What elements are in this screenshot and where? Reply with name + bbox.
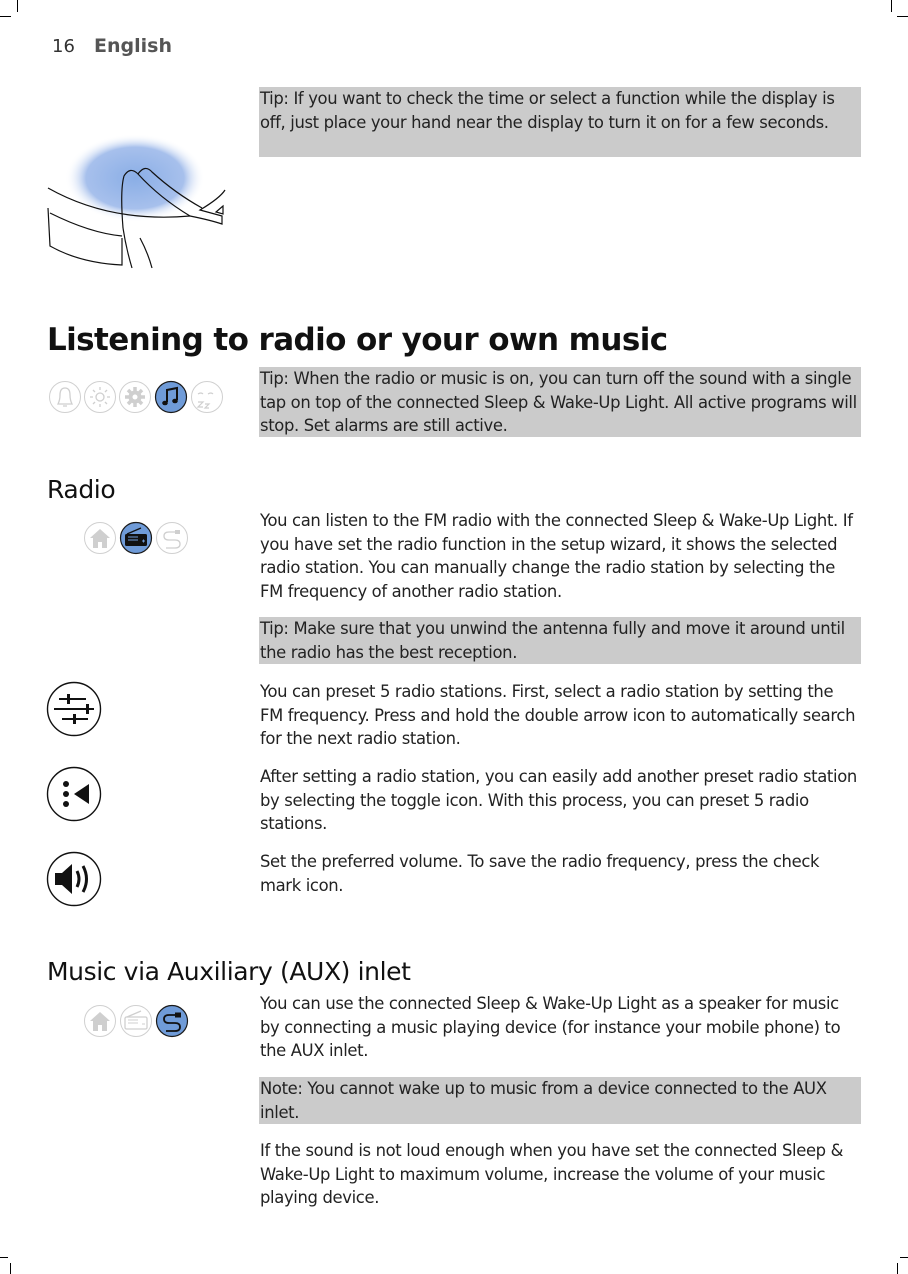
step-text: After setting a radio station, you can e… <box>260 767 857 833</box>
crop-mark <box>0 16 11 17</box>
gear-icon <box>119 381 151 413</box>
sliders-icon <box>46 681 102 737</box>
bell-icon <box>49 381 81 413</box>
aux-heading: Music via Auxiliary (AUX) inlet <box>47 957 411 986</box>
crop-mark <box>900 1257 908 1258</box>
step-text: You can preset 5 radio stations. First, … <box>260 682 856 748</box>
radio-intro: You can listen to the FM radio with the … <box>260 511 853 601</box>
crop-mark <box>897 1263 898 1274</box>
home-icon <box>84 522 116 554</box>
step-text: Set the preferred volume. To save the ra… <box>260 852 820 895</box>
menu-icon-row <box>49 380 223 414</box>
aux-source-icon-row <box>84 1004 189 1038</box>
crop-mark <box>897 16 908 17</box>
crop-mark <box>17 0 18 12</box>
radio-source-icon-row <box>84 521 188 555</box>
radio-icon <box>119 521 153 555</box>
home-icon <box>84 1005 116 1037</box>
crop-mark <box>891 0 892 12</box>
page-number: 16 <box>52 36 75 57</box>
crop-mark <box>0 1257 8 1258</box>
section-tip: Tip: When the radio or music is on, you … <box>259 367 861 437</box>
section-title: Listening to radio or your own music <box>47 322 668 358</box>
aux-cable-icon <box>155 1004 189 1038</box>
music-note-icon <box>154 380 188 414</box>
radio-heading: Radio <box>47 475 116 504</box>
aux-note: Note: You cannot wake up to music from a… <box>259 1077 861 1124</box>
radio-tip: Tip: Make sure that you unwind the anten… <box>259 617 861 664</box>
volume-icon <box>46 851 102 907</box>
sleep-icon <box>191 381 223 413</box>
intro-tip: Tip: If you want to check the time or se… <box>259 87 861 157</box>
aux-cable-icon <box>156 522 188 554</box>
hand-near-display-illustration <box>47 134 226 269</box>
sun-icon <box>84 381 116 413</box>
preset-toggle-icon <box>46 766 102 822</box>
radio-icon <box>120 1005 152 1037</box>
crop-mark <box>10 1263 11 1274</box>
language-label: English <box>94 35 172 57</box>
aux-outro: If the sound is not loud enough when you… <box>260 1141 844 1207</box>
aux-intro: You can use the connected Sleep & Wake-U… <box>260 994 841 1060</box>
